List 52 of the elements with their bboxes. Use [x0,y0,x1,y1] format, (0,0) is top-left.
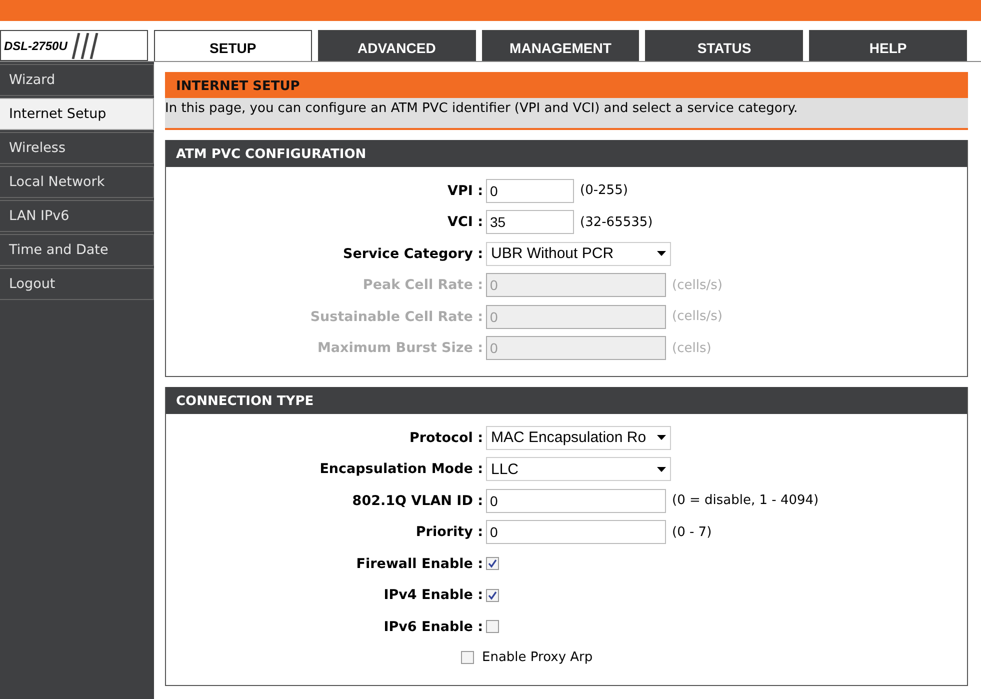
nav-tab[interactable]: SETUP [154,30,312,61]
input-field[interactable]: 0 [486,178,574,203]
field-label: 802.1Q VLAN ID : [351,492,483,509]
field-label: Protocol : [408,430,483,446]
field-label: Priority : [414,524,483,540]
panel-title: CONNECTION TYPE [166,387,967,414]
field-label: IPv6 Enable : [382,618,483,635]
checkbox-label: Enable Proxy Arp [482,650,593,665]
caret-icon [657,466,666,472]
range-hint: (0 - 7) [672,524,712,540]
sidebar-item[interactable]: Logout [0,268,154,300]
range-hint: (cells/s) [672,278,722,293]
sidebar-item[interactable]: Internet Setup [0,98,154,130]
checkbox[interactable] [486,557,499,570]
caret-icon [657,435,666,440]
description: In this page, you can configure an ATM PVC identifier (VPI and VCI) and select a service category. [165,98,968,128]
checkbox[interactable] [461,651,474,664]
field-label: VPI : [446,182,483,199]
field-label: VCI : [446,214,483,230]
range-hint: (cells/s) [672,309,722,324]
logo: DSL-2750U [0,30,148,61]
input-field[interactable]: 0 [486,520,666,544]
range-hint: (0 = disable, 1 - 4094) [672,493,819,508]
nav-tab[interactable]: MANAGEMENT [482,30,640,61]
field-label: Maximum Burst Size : [316,340,483,356]
sidebar-item[interactable]: LAN IPv6 [0,200,154,232]
dropdown[interactable]: LLC [486,457,671,482]
sidebar-item[interactable]: Local Network [0,166,154,198]
caret-icon [657,251,666,256]
nav-tab[interactable]: ADVANCED [318,30,476,61]
input-field[interactable]: 35 [486,210,574,234]
dropdown[interactable]: MAC Encapsulation Ro [486,426,671,450]
field-label: Peak Cell Rate : [362,277,483,294]
range-hint: (cells) [672,340,712,356]
field-label: Sustainable Cell Rate : [309,308,483,325]
field-label: Firewall Enable : [355,556,483,572]
range-hint: (0-255) [580,183,628,198]
sidebar-item[interactable]: Wireless [0,132,154,164]
range-hint: (32-65535) [580,214,653,230]
field-label: Encapsulation Mode : [318,461,483,478]
nav-tab[interactable]: HELP [809,30,967,61]
panel-title: ATM PVC CONFIGURATION [166,140,967,167]
sidebar-item[interactable]: Time and Date [0,234,154,266]
checkbox[interactable] [486,620,499,634]
section-title: INTERNET SETUP [165,72,968,98]
nav-tab[interactable]: STATUS [645,30,804,61]
checkbox[interactable] [486,588,499,602]
sidebar-item[interactable]: Wizard [0,64,154,96]
field-label: IPv4 Enable : [382,587,483,604]
input-field[interactable]: 0 [486,488,666,513]
dropdown[interactable]: UBR Without PCR [486,242,671,266]
field-label: Service Category : [342,246,483,262]
